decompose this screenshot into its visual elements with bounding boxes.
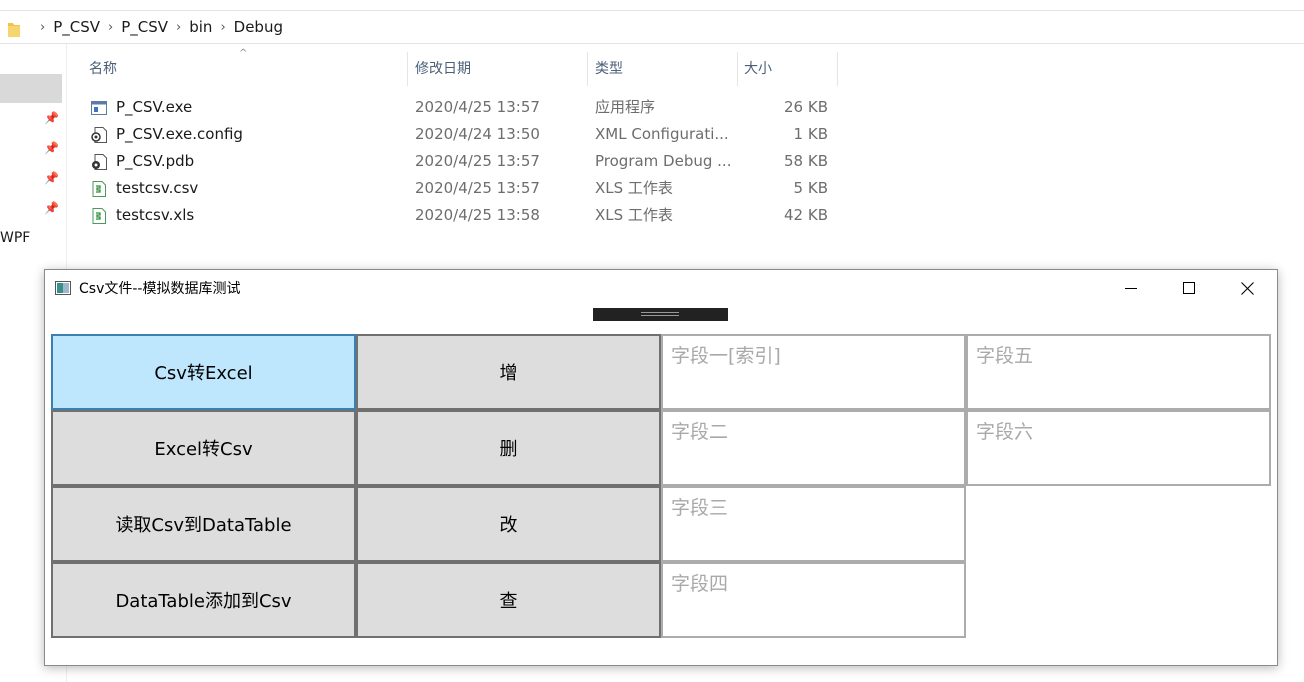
- breadcrumb-item[interactable]: bin: [189, 18, 212, 36]
- pin-icon[interactable]: 📌: [44, 171, 59, 185]
- column-divider[interactable]: [587, 52, 588, 86]
- file-size: 5 KB: [793, 179, 828, 197]
- field-2-input[interactable]: 字段二: [661, 410, 966, 486]
- minimize-button[interactable]: [1102, 270, 1160, 306]
- column-header-size[interactable]: 大小: [744, 52, 772, 88]
- add-button[interactable]: 增: [356, 334, 661, 410]
- file-name: testcsv.csv: [116, 179, 199, 197]
- maximize-icon: [1183, 282, 1195, 294]
- field-1-input[interactable]: 字段一[索引]: [661, 334, 966, 410]
- breadcrumb-item[interactable]: P_CSV: [53, 18, 100, 36]
- field-3-placeholder: 字段三: [671, 497, 729, 519]
- breadcrumb-item[interactable]: P_CSV: [121, 18, 168, 36]
- file-type: XLS 工作表: [595, 206, 673, 224]
- file-date: 2020/4/25 13:57: [415, 152, 540, 170]
- sort-ascending-icon: ^: [239, 48, 248, 59]
- delete-button[interactable]: 删: [356, 410, 661, 486]
- file-row[interactable]: P_CSV.exe.config 2020/4/24 13:50 XML Con…: [88, 121, 848, 148]
- field-6-placeholder: 字段六: [976, 421, 1034, 443]
- field-5-input[interactable]: 字段五: [966, 334, 1271, 410]
- file-type: XLS 工作表: [595, 179, 673, 197]
- file-date: 2020/4/25 13:57: [415, 179, 540, 197]
- file-size: 1 KB: [793, 125, 828, 143]
- debug-file-icon: [92, 154, 107, 170]
- grip-line: [641, 315, 679, 316]
- file-size: 58 KB: [784, 152, 828, 170]
- excel-to-csv-button[interactable]: Excel转Csv: [51, 410, 356, 486]
- file-date: 2020/4/25 13:57: [415, 98, 540, 116]
- minimize-icon: [1125, 288, 1137, 289]
- chevron-right-icon: ›: [176, 19, 182, 35]
- chevron-right-icon: ›: [108, 19, 114, 35]
- field-3-input[interactable]: 字段三: [661, 486, 966, 562]
- title-bar[interactable]: Csv文件--模拟数据库测试: [45, 270, 1277, 306]
- file-type: 应用程序: [595, 98, 656, 116]
- csv-to-excel-button[interactable]: Csv转Excel: [51, 334, 356, 410]
- field-4-placeholder: 字段四: [671, 573, 729, 595]
- file-name: P_CSV.exe: [116, 98, 193, 116]
- field-5-placeholder: 字段五: [976, 345, 1034, 367]
- drag-handle[interactable]: [593, 308, 728, 321]
- pin-icon[interactable]: 📌: [44, 141, 59, 155]
- window-icon: [55, 281, 71, 295]
- field-2-placeholder: 字段二: [671, 421, 729, 443]
- chevron-right-icon: ›: [40, 19, 46, 35]
- field-4-input[interactable]: 字段四: [661, 562, 966, 638]
- file-date: 2020/4/25 13:58: [415, 206, 540, 224]
- app-window: Csv文件--模拟数据库测试 Csv转Excel Excel转Csv 读取Csv…: [44, 269, 1278, 666]
- breadcrumb-item[interactable]: Debug: [234, 18, 283, 36]
- spreadsheet-icon: [92, 181, 106, 197]
- file-row[interactable]: testcsv.xls 2020/4/25 13:58 XLS 工作表 42 K…: [88, 202, 848, 229]
- column-header-date[interactable]: 修改日期: [415, 52, 471, 88]
- address-bar[interactable]: › P_CSV › P_CSV › bin › Debug: [0, 10, 1304, 44]
- file-row[interactable]: P_CSV.exe 2020/4/25 13:57 应用程序 26 KB: [88, 94, 848, 121]
- column-header-type[interactable]: 类型: [595, 52, 623, 88]
- pin-icon[interactable]: 📌: [44, 201, 59, 215]
- pin-icon[interactable]: 📌: [44, 111, 59, 125]
- file-row[interactable]: testcsv.csv 2020/4/25 13:57 XLS 工作表 5 KB: [88, 175, 848, 202]
- column-header-name[interactable]: 名称: [89, 52, 117, 88]
- spreadsheet-icon: [92, 208, 106, 224]
- file-type: XML Configurati...: [595, 125, 729, 143]
- field-1-placeholder: 字段一[索引]: [671, 345, 781, 367]
- file-date: 2020/4/24 13:50: [415, 125, 540, 143]
- file-name: testcsv.xls: [116, 206, 195, 224]
- datatable-add-to-csv-button[interactable]: DataTable添加到Csv: [51, 562, 356, 638]
- breadcrumb: › P_CSV › P_CSV › bin › Debug: [32, 11, 283, 43]
- file-type: Program Debug ...: [595, 152, 732, 170]
- field-6-input[interactable]: 字段六: [966, 410, 1271, 486]
- column-divider[interactable]: [407, 52, 408, 86]
- column-divider[interactable]: [837, 52, 838, 86]
- maximize-button[interactable]: [1160, 270, 1218, 306]
- file-size: 42 KB: [784, 206, 828, 224]
- read-csv-to-datatable-button[interactable]: 读取Csv到DataTable: [51, 486, 356, 562]
- application-icon: [91, 101, 107, 115]
- file-name: P_CSV.pdb: [116, 152, 195, 170]
- chevron-right-icon: ›: [220, 19, 226, 35]
- nav-item-wpf[interactable]: WPF: [0, 230, 30, 246]
- close-icon: [1240, 281, 1254, 295]
- file-size: 26 KB: [784, 98, 828, 116]
- update-button[interactable]: 改: [356, 486, 661, 562]
- window-title: Csv文件--模拟数据库测试: [79, 281, 241, 297]
- close-button[interactable]: [1218, 270, 1276, 306]
- config-file-icon: [91, 127, 107, 143]
- nav-selected-item[interactable]: [0, 74, 62, 103]
- query-button[interactable]: 查: [356, 562, 661, 638]
- file-name: P_CSV.exe.config: [116, 125, 243, 143]
- file-row[interactable]: P_CSV.pdb 2020/4/25 13:57 Program Debug …: [88, 148, 848, 175]
- grip-line: [641, 312, 679, 313]
- folder-icon: [8, 23, 20, 37]
- column-divider[interactable]: [737, 52, 738, 86]
